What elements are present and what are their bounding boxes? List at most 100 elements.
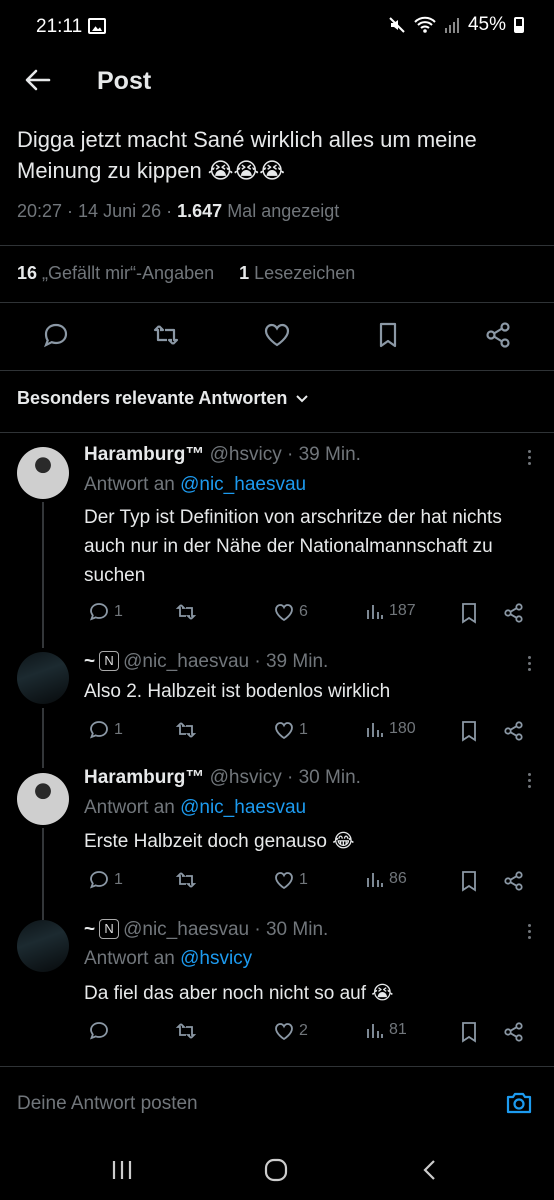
reply-actions: 1 1 180 [0,719,554,745]
more-options-icon[interactable] [528,924,532,942]
retweet-button[interactable] [175,1020,197,1042]
bookmark-icon[interactable] [373,320,403,350]
post-date[interactable]: 14 Juni 26 [78,201,161,221]
like-button[interactable]: 1 [273,869,308,891]
more-options-icon[interactable] [528,450,532,468]
reply-text: Erste Halbzeit doch genauso 😂 [84,831,355,852]
reply-time: · 39 Min. [287,444,361,465]
avatar[interactable] [17,920,69,972]
like-count: 1 [299,721,308,738]
comment-count: 1 [114,871,123,888]
heart-icon[interactable] [262,320,292,350]
share-icon[interactable] [483,320,513,350]
comment-button[interactable]: 1 [88,601,123,623]
views-icon [367,723,383,737]
reply-to: Antwort an @hsvicy [84,948,252,970]
views-icon [367,873,383,887]
reply-time: · 39 Min. [254,651,329,672]
reply-author-handle[interactable]: @nic_haesvau [123,919,249,940]
bookmarks-stat[interactable]: 1 Lesezeichen [239,263,355,283]
retweet-button[interactable] [175,869,197,891]
reply-author-name[interactable]: Haramburg™ [84,444,204,465]
reply-compose-bar[interactable]: Deine Antwort posten [0,1085,554,1123]
like-count: 2 [299,1022,308,1039]
status-bar: 21:11 45% [0,0,554,56]
bookmarks-count: 1 [239,263,250,283]
status-time: 21:11 [36,16,83,37]
reply-to-handle[interactable]: @nic_haesvau [180,797,306,818]
post-time[interactable]: 20:27 [17,201,62,221]
reply-author-name[interactable]: ~ [84,651,95,672]
retweet-icon [175,604,197,620]
like-button[interactable]: 6 [273,601,308,623]
more-options-icon[interactable] [528,656,532,674]
sort-label: Besonders relevante Antworten [17,388,288,408]
reply-author-handle[interactable]: @nic_haesvau [123,651,249,672]
verified-n-badge: N [99,919,120,939]
retweet-button[interactable] [175,719,197,741]
post-actions [0,320,554,354]
like-count: 6 [299,603,308,620]
sort-replies-dropdown[interactable]: Besonders relevante Antworten [17,388,309,409]
post-text: Digga jetzt macht Sané wirklich alles um… [17,127,477,183]
views-button[interactable]: 180 [365,719,416,739]
reply-to-label: Antwort an [84,474,175,495]
reply-header: Haramburg™ @hsvicy · 30 Min. [84,767,361,789]
reply-to: Antwort an @nic_haesvau [84,797,306,819]
reply-to-label: Antwort an [84,797,175,818]
system-navigation-bar [0,1140,554,1200]
avatar[interactable] [17,773,69,825]
bookmark-icon[interactable] [458,601,480,625]
wifi-icon [414,16,436,33]
system-back-icon[interactable] [420,1158,440,1182]
share-icon[interactable] [502,1020,526,1044]
comment-icon[interactable] [41,320,71,350]
reply-author-handle[interactable]: @hsvicy [210,444,282,465]
camera-icon[interactable] [504,1089,534,1117]
reply-to: Antwort an @nic_haesvau [84,474,306,496]
views-button[interactable]: 86 [365,869,407,889]
reply-header: ~ N @nic_haesvau · 30 Min. [84,919,328,941]
recent-apps-icon[interactable] [110,1158,134,1182]
reply-to-handle[interactable]: @nic_haesvau [180,474,306,495]
retweet-icon [175,722,197,738]
reply-text: Also 2. Halbzeit ist bodenlos wirklich [84,681,391,702]
likes-stat[interactable]: 16 „Gefällt mir“-Angaben [17,263,214,283]
divider [0,245,554,246]
views-count: 180 [389,720,416,737]
reply-author-handle[interactable]: @hsvicy [210,767,282,788]
comment-icon [89,721,108,739]
comment-button[interactable]: 1 [88,869,123,891]
bookmark-icon[interactable] [458,1020,480,1044]
share-icon[interactable] [502,601,526,625]
comment-count: 1 [114,721,123,738]
arrow-left-icon[interactable] [22,64,54,96]
reply-to-handle[interactable]: @hsvicy [180,948,252,969]
comment-button[interactable] [88,1020,114,1042]
share-icon[interactable] [502,719,526,743]
like-button[interactable]: 1 [273,719,308,741]
views-button[interactable]: 81 [365,1020,407,1040]
comment-button[interactable]: 1 [88,719,123,741]
reply-author-name[interactable]: Haramburg™ [84,767,204,788]
mute-icon [389,17,405,33]
home-icon[interactable] [263,1158,289,1182]
reply-input[interactable]: Deine Antwort posten [17,1093,198,1115]
avatar[interactable] [17,652,69,704]
likes-count: 16 [17,263,38,283]
divider [0,1066,554,1067]
retweet-button[interactable] [175,601,197,623]
more-options-icon[interactable] [528,773,532,791]
divider [0,432,554,433]
avatar[interactable] [17,447,69,499]
bookmark-icon[interactable] [458,719,480,743]
bookmark-icon[interactable] [458,869,480,893]
share-icon[interactable] [502,869,526,893]
reply-author-name[interactable]: ~ [84,919,95,940]
like-button[interactable]: 2 [273,1020,308,1042]
views-button[interactable]: 187 [365,601,416,621]
retweet-icon [175,872,197,888]
reply-header: ~ N @nic_haesvau · 39 Min. [84,651,328,673]
reply-to-label: Antwort an [84,948,175,969]
retweet-icon[interactable] [151,320,181,350]
